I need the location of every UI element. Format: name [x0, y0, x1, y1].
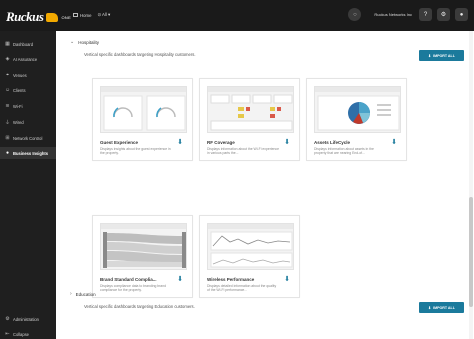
sidebar-item-label: Clients	[13, 87, 26, 93]
dashboard-thumbnail	[314, 86, 401, 133]
sidebar-item-label: Network Control	[13, 135, 43, 141]
crumb-venue-selector[interactable]: ⊙ All ▾	[97, 12, 110, 18]
breadcrumb: Home ⊙ All ▾	[73, 12, 110, 18]
logo-dog-icon	[46, 12, 59, 22]
card-title: Brand Standard Complia...	[100, 277, 157, 282]
download-icon[interactable]: ⬇	[282, 137, 292, 147]
card-description: Displays detailed information about the …	[207, 284, 277, 293]
user-icon[interactable]: ●	[455, 8, 468, 21]
section-title: Hospitality	[78, 39, 99, 45]
logo-sub-text: ONE	[61, 14, 72, 20]
dashboard-thumbnail	[100, 223, 187, 270]
section-header-education[interactable]: › Education	[70, 291, 96, 297]
card-title: RF Coverage	[207, 140, 235, 145]
settings-icon[interactable]: ⚙	[437, 8, 450, 21]
clients-icon: ☺	[5, 87, 11, 93]
section-header-hospitality[interactable]: ⌄ Hospitality	[70, 39, 99, 45]
sidebar: ▦ Dashboard ◈ AI Assurance ⌖ Venues ☺ Client…	[0, 31, 56, 339]
sidebar-item-label: Venues	[13, 72, 27, 78]
scrollbar-thumb[interactable]	[469, 197, 473, 307]
card-description: Displays information about the Wi-Fi exp…	[207, 147, 279, 156]
import-all-button-education[interactable]: ⬇ IMPORT ALL	[419, 302, 464, 313]
card-title: Assets LifeCycle	[314, 140, 351, 145]
chevron-down-icon: ⌄	[70, 39, 75, 45]
download-icon[interactable]: ⬇	[282, 274, 292, 284]
crumb-home[interactable]: Home	[73, 12, 92, 18]
sidebar-item-label: Collapse	[13, 331, 29, 337]
search-icon[interactable]: ○	[348, 8, 362, 21]
section-title: Education	[75, 291, 96, 297]
dashboard-thumbnail	[207, 223, 294, 270]
card-title: Wireless Performance	[207, 277, 255, 282]
admin-icon: ⚙	[5, 316, 10, 322]
dashboard-card-wireless-performance[interactable]: Wireless Performance Displays detailed i…	[199, 215, 300, 298]
heatmap-preview	[208, 87, 293, 131]
card-title: Guest Experience	[100, 140, 139, 145]
network-icon: ⊞	[5, 135, 10, 141]
collapse-icon: ⇤	[5, 331, 10, 337]
sidebar-item-administration[interactable]: ⚙ Administration	[0, 313, 56, 325]
section-description: Vertical specific dashboards targeting H…	[84, 52, 196, 57]
location-icon: ⌖	[6, 72, 9, 78]
sidebar-item-venues[interactable]: ⌖ Venues	[0, 69, 56, 81]
dashboard-card-rf-coverage[interactable]: RF Coverage Displays information about t…	[199, 78, 300, 161]
sidebar-item-label: Dashboard	[13, 41, 34, 47]
sidebar-item-label: Administration	[13, 316, 39, 322]
sankey-preview	[101, 224, 186, 268]
sidebar-item-label: Wired	[13, 119, 24, 125]
card-description: Displays information about assets in the…	[314, 147, 374, 156]
card-description: Displays insights about the guest experi…	[100, 147, 171, 156]
org-name[interactable]: Ruckus Networks Inc	[374, 12, 412, 17]
sidebar-collapse[interactable]: ⇤ Collapse	[0, 328, 56, 339]
main-content: ⌄ Hospitality Vertical specific dashboar…	[56, 31, 474, 339]
gauge-preview	[101, 87, 186, 131]
ai-icon: ◈	[5, 56, 10, 62]
help-icon[interactable]: ?	[419, 8, 432, 21]
dashboard-card-brand-standard-compliance[interactable]: Brand Standard Complia... Displays compl…	[92, 215, 193, 298]
sidebar-item-label: Business Insights	[13, 150, 49, 156]
download-icon[interactable]: ⬇	[175, 137, 185, 147]
wifi-icon: ≋	[5, 103, 10, 109]
card-description: Displays compliance data to branding bra…	[100, 284, 166, 293]
crumb-home-label: Home	[80, 12, 92, 18]
home-icon	[73, 12, 78, 17]
logo-text: Ruckus	[6, 9, 44, 24]
insights-icon: ●	[5, 150, 10, 156]
sidebar-item-label: AI Assurance	[13, 56, 38, 62]
import-all-button[interactable]: ⬇ IMPORT ALL	[419, 50, 464, 61]
import-all-label: IMPORT ALL	[433, 305, 455, 310]
download-icon[interactable]: ⬇	[175, 274, 185, 284]
top-right-controls: ○ Ruckus Networks Inc ? ⚙ ●	[348, 8, 468, 21]
import-all-label: IMPORT ALL	[433, 53, 455, 58]
sidebar-item-business-insights[interactable]: ● Business Insights	[0, 147, 56, 159]
pie-preview	[315, 87, 400, 131]
top-bar: Ruckus ONE Home ⊙ All ▾ ○ Ruckus Network…	[0, 0, 474, 31]
dashboard-card-assets-lifecycle[interactable]: Assets LifeCycle Displays information ab…	[306, 78, 407, 161]
sidebar-item-wired[interactable]: ⏚ Wired	[0, 116, 56, 128]
sidebar-item-label: Wi-Fi	[13, 103, 23, 109]
chevron-right-icon: ›	[70, 291, 72, 297]
sidebar-item-clients[interactable]: ☺ Clients	[0, 84, 56, 96]
wired-icon: ⏚	[5, 119, 11, 126]
dashboard-thumbnail	[100, 86, 187, 133]
ruckus-logo[interactable]: Ruckus ONE	[6, 9, 71, 25]
dashboard-thumbnail	[207, 86, 294, 133]
sidebar-item-network-control[interactable]: ⊞ Network Control	[0, 132, 56, 144]
section-description: Vertical specific dashboards targeting E…	[84, 304, 195, 309]
download-icon: ⬇	[428, 305, 432, 310]
sidebar-item-wifi[interactable]: ≋ Wi-Fi	[0, 100, 56, 112]
download-icon[interactable]: ⬇	[389, 137, 399, 147]
line-preview	[208, 224, 293, 268]
dashboard-card-guest-experience[interactable]: Guest Experience Displays insights about…	[92, 78, 193, 161]
dashboard-icon: ▦	[5, 41, 10, 47]
sidebar-item-ai-assurance[interactable]: ◈ AI Assurance	[0, 53, 56, 65]
download-icon: ⬇	[428, 53, 432, 58]
crumb-venue-label: All	[102, 12, 107, 17]
sidebar-item-dashboard[interactable]: ▦ Dashboard	[0, 38, 56, 50]
